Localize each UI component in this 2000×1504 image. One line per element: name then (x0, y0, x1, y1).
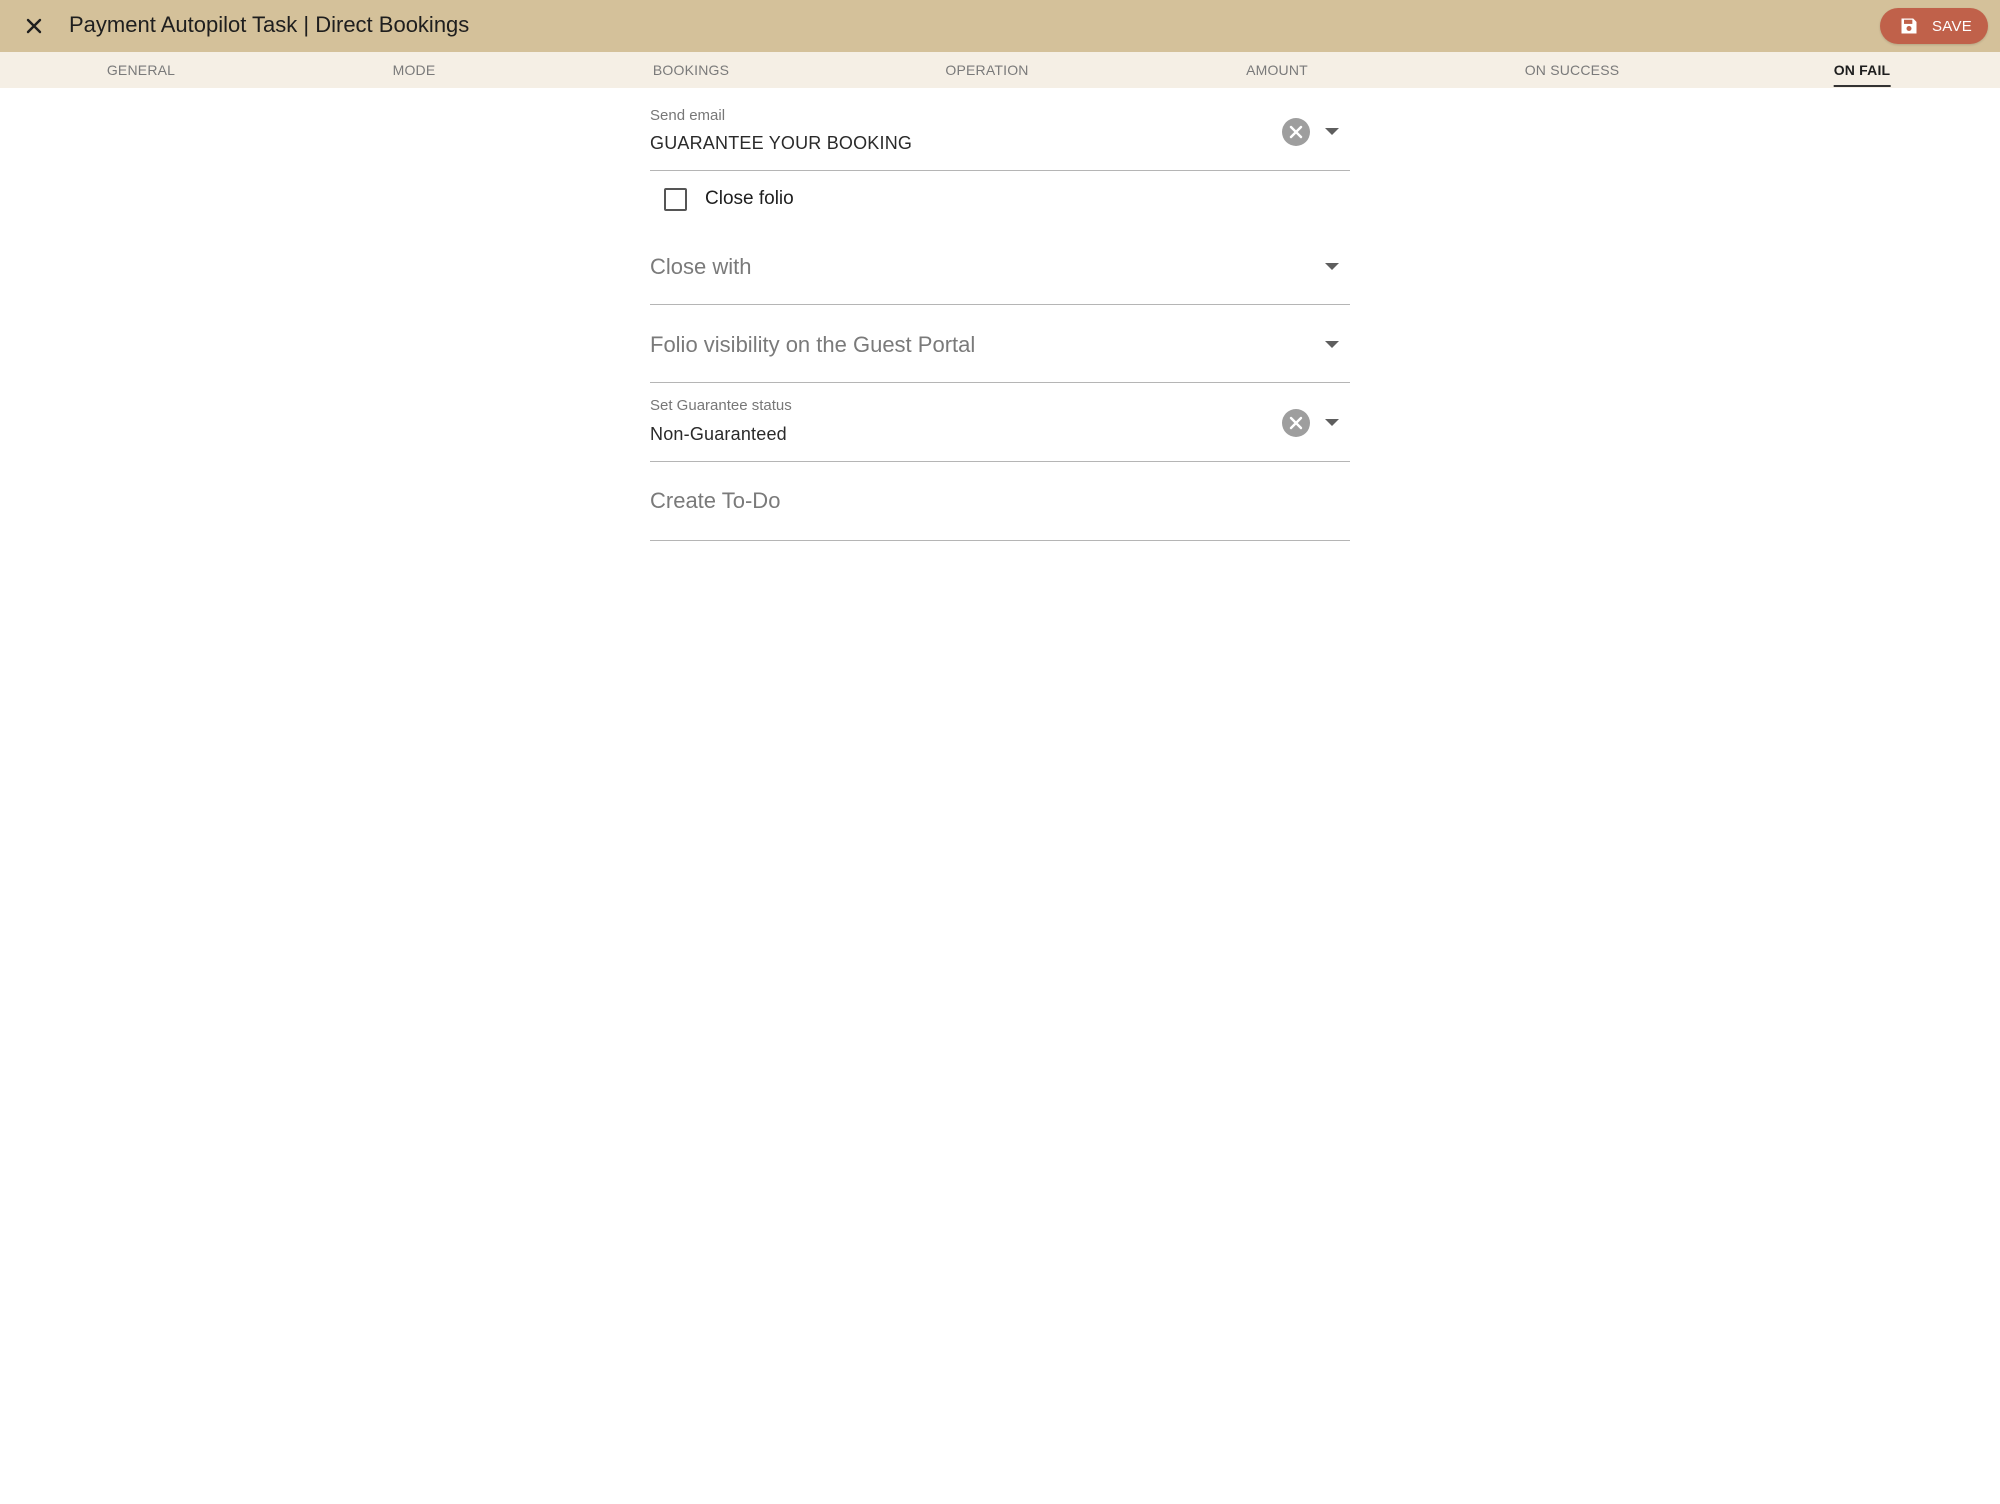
guarantee-status-select[interactable]: Set Guarantee status Non-Guaranteed (650, 391, 1350, 462)
page-title: Payment Autopilot Task | Direct Bookings (69, 12, 470, 37)
close-button[interactable] (18, 12, 50, 40)
tab-general[interactable]: GENERAL (107, 52, 175, 88)
floppy-disk-icon (1898, 15, 1920, 37)
tab-operation[interactable]: OPERATION (945, 52, 1028, 88)
chevron-down-icon[interactable] (1320, 120, 1344, 144)
folio-visibility-select[interactable]: Folio visibility on the Guest Portal (650, 312, 1350, 383)
create-todo-placeholder: Create To-Do (650, 488, 781, 513)
guarantee-status-label: Set Guarantee status (650, 397, 792, 414)
tab-on-success[interactable]: ON SUCCESS (1525, 52, 1620, 88)
send-email-label: Send email (650, 107, 726, 124)
app-bar: Payment Autopilot Task | Direct Bookings… (0, 0, 2000, 52)
close-folio-label: Close folio (705, 188, 794, 209)
tab-bar: GENERAL MODE BOOKINGS OPERATION AMOUNT O… (0, 52, 2000, 88)
folio-visibility-placeholder: Folio visibility on the Guest Portal (650, 332, 976, 357)
send-email-value: GUARANTEE YOUR BOOKING (650, 133, 913, 153)
chevron-down-icon[interactable] (1320, 333, 1344, 357)
tab-mode[interactable]: MODE (393, 52, 436, 88)
chevron-down-icon[interactable] (1320, 255, 1344, 279)
close-folio-checkbox[interactable]: Close folio (664, 183, 794, 215)
clear-icon[interactable] (1282, 409, 1310, 437)
close-with-placeholder: Close with (650, 254, 752, 279)
close-icon (24, 16, 44, 36)
chevron-down-icon[interactable] (1320, 411, 1344, 435)
save-button[interactable]: SAVE (1880, 8, 1988, 44)
guarantee-status-value: Non-Guaranteed (650, 424, 787, 444)
tab-amount[interactable]: AMOUNT (1246, 52, 1308, 88)
create-todo-field[interactable]: Create To-Do (650, 470, 1350, 541)
checkbox[interactable] (664, 187, 687, 211)
send-email-select[interactable]: Send email GUARANTEE YOUR BOOKING (650, 100, 1350, 171)
clear-icon[interactable] (1282, 118, 1310, 146)
save-button-label: SAVE (1932, 17, 1973, 35)
tab-on-fail[interactable]: ON FAIL (1833, 52, 1891, 88)
tab-bookings[interactable]: BOOKINGS (653, 52, 729, 88)
close-with-select[interactable]: Close with (650, 234, 1350, 305)
